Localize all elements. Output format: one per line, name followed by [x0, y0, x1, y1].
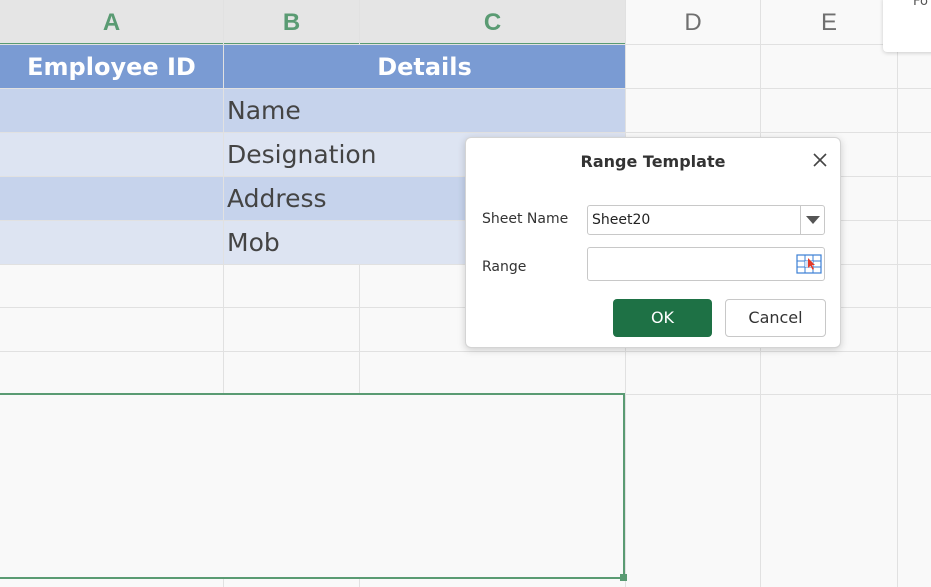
- sheet-name-label: Sheet Name: [482, 211, 569, 227]
- side-panel-fragment: Fo: [883, 0, 931, 52]
- dropdown-divider: [800, 206, 801, 234]
- dialog-title: Range Template: [580, 152, 726, 171]
- cell-a-row-2[interactable]: [0, 133, 223, 176]
- dropdown-arrow-icon[interactable]: [806, 216, 820, 224]
- column-header-a[interactable]: A: [0, 0, 223, 44]
- cell-a-row-1[interactable]: [0, 89, 223, 132]
- cell-a-row-4[interactable]: [0, 221, 223, 264]
- range-select-icon[interactable]: [796, 254, 822, 274]
- range-label: Range: [482, 259, 527, 275]
- cell-name[interactable]: Name: [224, 89, 625, 132]
- selection-outline: [0, 393, 625, 579]
- column-header-c[interactable]: C: [360, 0, 625, 44]
- close-icon[interactable]: [809, 149, 831, 171]
- column-header-b[interactable]: B: [224, 0, 359, 44]
- sheet-name-dropdown[interactable]: Sheet20: [587, 205, 825, 235]
- gridline: [0, 351, 931, 352]
- ok-button[interactable]: OK: [613, 299, 712, 337]
- cancel-button[interactable]: Cancel: [725, 299, 826, 337]
- range-input[interactable]: [587, 247, 825, 281]
- side-panel-text: Fo: [913, 0, 928, 9]
- column-header-d[interactable]: D: [626, 0, 760, 44]
- cell-employee-id-header[interactable]: Employee ID: [0, 45, 223, 88]
- sheet-name-value: Sheet20: [592, 212, 651, 228]
- column-header-e[interactable]: E: [761, 0, 897, 44]
- cell-a-row-3[interactable]: [0, 177, 223, 220]
- range-template-dialog: Range Template Sheet Name Sheet20 Range …: [465, 137, 841, 348]
- fill-handle[interactable]: [620, 574, 627, 581]
- cell-details-header[interactable]: Details: [224, 45, 625, 88]
